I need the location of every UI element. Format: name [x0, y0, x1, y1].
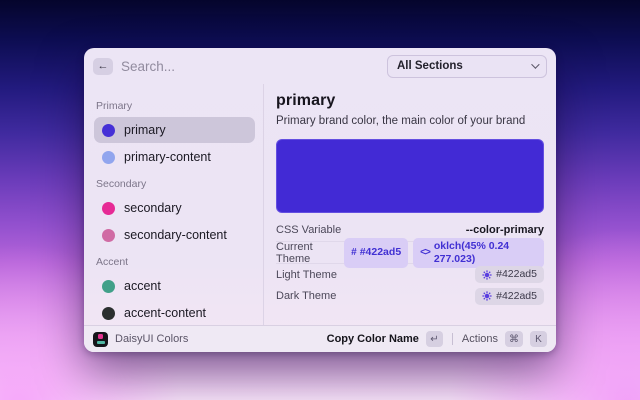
color-dot-accent	[102, 280, 115, 293]
sidebar-item-accent[interactable]: accent	[94, 273, 255, 299]
daisyui-logo-icon	[93, 332, 108, 347]
color-list-sidebar: Primary primary primary-content Secondar…	[84, 84, 264, 325]
color-detail-pane: primary Primary brand color, the main co…	[264, 84, 556, 325]
current-theme-oklch-value: oklch(45% 0.24 277.023)	[434, 240, 537, 266]
sidebar-item-primary-content[interactable]: primary-content	[94, 144, 255, 170]
light-theme-hex-value: #422ad5	[496, 268, 537, 281]
sections-dropdown-value: All Sections	[397, 60, 463, 72]
sidebar-item-label: secondary-content	[124, 228, 227, 242]
section-label-primary: Primary	[96, 100, 255, 112]
back-arrow-icon: ←	[98, 60, 109, 72]
color-dot-primary	[102, 124, 115, 137]
current-theme-oklch-badge[interactable]: <> oklch(45% 0.24 277.023)	[413, 238, 544, 268]
color-dot-secondary	[102, 202, 115, 215]
css-variable-value: --color-primary	[466, 224, 544, 236]
app-name: DaisyUI Colors	[115, 333, 188, 345]
dark-theme-label: Dark Theme	[276, 290, 336, 302]
command-palette-window: ← All Sections Primary primary primary-c…	[84, 48, 556, 352]
sun-icon	[482, 291, 492, 301]
color-dot-primary-content	[102, 151, 115, 164]
footer-divider	[452, 333, 453, 345]
section-label-secondary: Secondary	[96, 178, 255, 190]
chevron-down-icon	[531, 60, 539, 68]
css-variable-label: CSS Variable	[276, 224, 341, 236]
sidebar-item-label: primary-content	[124, 150, 211, 164]
current-theme-hex-badge[interactable]: # #422ad5	[344, 238, 408, 268]
search-input[interactable]	[121, 59, 379, 74]
sidebar-item-accent-content[interactable]: accent-content	[94, 300, 255, 325]
section-label-accent: Accent	[96, 256, 255, 268]
color-swatch	[276, 139, 544, 213]
sidebar-item-label: accent	[124, 279, 161, 293]
detail-title: primary	[276, 92, 544, 110]
sidebar-item-secondary[interactable]: secondary	[94, 195, 255, 221]
copy-color-name-action[interactable]: Copy Color Name	[327, 333, 419, 345]
current-theme-hex-value: #422ad5	[360, 246, 401, 259]
current-theme-row: Current Theme # #422ad5 <> oklch(45% 0.2…	[276, 241, 544, 263]
footer-bar: DaisyUI Colors Copy Color Name ↵ Actions…	[84, 325, 556, 352]
cmd-key-badge: ⌘	[505, 331, 523, 347]
actions-menu-button[interactable]: Actions	[462, 333, 498, 345]
light-theme-label: Light Theme	[276, 269, 337, 281]
current-theme-label: Current Theme	[276, 241, 344, 265]
dark-theme-hex-badge[interactable]: #422ad5	[475, 288, 544, 305]
code-icon: <>	[420, 246, 430, 259]
sidebar-item-primary[interactable]: primary	[94, 117, 255, 143]
dark-theme-hex-value: #422ad5	[496, 290, 537, 303]
light-theme-hex-badge[interactable]: #422ad5	[475, 266, 544, 283]
sidebar-item-label: secondary	[124, 201, 182, 215]
detail-description: Primary brand color, the main color of y…	[276, 115, 544, 127]
sidebar-item-secondary-content[interactable]: secondary-content	[94, 222, 255, 248]
sun-icon	[482, 270, 492, 280]
enter-key-badge: ↵	[426, 331, 443, 347]
dark-theme-row: Dark Theme #422ad5	[276, 285, 544, 307]
color-dot-secondary-content	[102, 229, 115, 242]
sidebar-item-label: accent-content	[124, 306, 206, 320]
sections-dropdown[interactable]: All Sections	[387, 55, 547, 78]
k-key-badge: K	[530, 331, 547, 347]
topbar: ← All Sections	[84, 48, 556, 84]
hash-icon: #	[351, 246, 356, 259]
back-button[interactable]: ←	[93, 58, 113, 75]
sidebar-item-label: primary	[124, 123, 166, 137]
color-dot-accent-content	[102, 307, 115, 320]
